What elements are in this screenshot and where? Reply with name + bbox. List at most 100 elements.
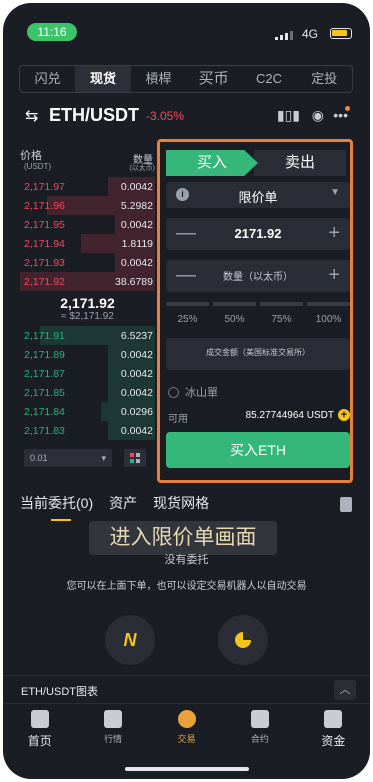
iceberg-label: 冰山單 (185, 387, 218, 399)
ask-price: 2,171.92 (24, 275, 65, 288)
ask-row[interactable]: 2,171.95 0.0042 (20, 215, 155, 234)
bid-row[interactable]: 2,171.87 0.0042 (20, 364, 155, 383)
grid-bot-button[interactable] (218, 615, 268, 665)
depth-value: 0.01 (30, 453, 48, 463)
ask-price: 2,171.95 (24, 218, 65, 231)
ask-row[interactable]: 2,171.94 1.8119 (20, 234, 155, 253)
chevron-down-icon: ▾ (101, 453, 106, 463)
bid-price: 2,171.84 (24, 405, 65, 418)
ask-row[interactable]: 2,171.96 5.2982 (20, 196, 155, 215)
bid-price: 2,171.85 (24, 386, 65, 399)
nav-wallet[interactable]: 资金 (297, 704, 370, 757)
bid-qty: 6.5237 (120, 329, 153, 342)
nav-home[interactable]: 首页 (3, 704, 76, 757)
chart-toggle-bar[interactable]: ETH/USDT图表 ︿ (3, 675, 370, 703)
tab-assets[interactable]: 资产 (109, 493, 137, 515)
tab-buy-crypto[interactable]: 买币 (186, 66, 241, 92)
pair-name[interactable]: ETH/USDT (49, 105, 139, 126)
wallet-icon (324, 710, 343, 728)
candlestick-icon[interactable]: ▮▯▮ (277, 107, 300, 124)
bot-icon[interactable]: ◉ (312, 107, 324, 124)
tab-open-orders[interactable]: 当前委托(0) (20, 493, 93, 515)
tab-margin[interactable]: 槓桿 (131, 66, 186, 92)
bid-row[interactable]: 2,171.91 6.5237 (20, 326, 155, 345)
bid-row[interactable]: 2,171.85 0.0042 (20, 383, 155, 402)
depth-layout-button[interactable] (124, 449, 146, 467)
network-type: 4G (301, 27, 318, 41)
ask-qty: 0.0042 (120, 218, 153, 231)
tab-spot-grid[interactable]: 现货网格 (153, 493, 209, 515)
ask-qty: 5.2982 (120, 199, 153, 212)
price-plus-button[interactable]: + (328, 222, 340, 245)
price-value: 2171.92 (234, 226, 282, 241)
nav-trade[interactable]: 交易 (150, 704, 223, 757)
bid-price: 2,171.83 (24, 424, 65, 437)
available-value: 85.27744964 USDT (245, 410, 334, 421)
ask-row[interactable]: 2,171.93 0.0042 (20, 253, 155, 272)
price-input[interactable]: — 2171.92 + (166, 218, 350, 250)
depth-precision-select[interactable]: 0.01 ▾ (24, 449, 112, 467)
orders-tabs: 当前委托(0) 资产 现货网格 (20, 493, 360, 515)
qty-unit: (以太币) (129, 165, 155, 172)
percent-75[interactable]: 75% (260, 302, 303, 332)
ask-price: 2,171.93 (24, 256, 65, 269)
bid-row[interactable]: 2,171.84 0.0296 (20, 402, 155, 421)
buy-eth-button[interactable]: 买入ETH (166, 432, 350, 468)
last-price[interactable]: 2,171.92 (20, 295, 155, 311)
tab-auto-invest[interactable]: 定投 (297, 66, 352, 92)
bid-qty: 0.0042 (120, 348, 153, 361)
quantity-input[interactable]: — 数量（以太币） + (166, 260, 350, 292)
chart-label: ETH/USDT图表 (21, 686, 98, 698)
tab-spot[interactable]: 现货 (75, 66, 131, 92)
total-input[interactable]: 成交金额（美国标准交易所） (166, 338, 350, 370)
order-type-select[interactable]: i 限价单 ▼ (166, 182, 350, 208)
percent-25[interactable]: 25% (166, 302, 209, 332)
caret-down-icon: ▼ (330, 187, 340, 198)
trade-mode-tabs: 闪兑 现货 槓桿 买币 C2C 定投 (19, 65, 353, 93)
tab-c2c[interactable]: C2C (241, 66, 296, 92)
nav-futures[interactable]: 合约 (223, 704, 296, 757)
order-history-icon[interactable] (340, 497, 352, 512)
bid-price: 2,171.89 (24, 348, 65, 361)
price-header: 价格 (20, 150, 42, 162)
bid-price: 2,171.87 (24, 367, 65, 380)
status-time: 11:16 (27, 23, 77, 41)
order-book-footer: 0.01 ▾ (20, 449, 155, 467)
ask-qty: 0.0042 (120, 180, 153, 193)
ask-row[interactable]: 2,171.92 38.6789 (20, 272, 155, 291)
ask-qty: 38.6789 (115, 275, 153, 288)
price-unit: (USDT) (24, 162, 52, 171)
tab-convert[interactable]: 闪兑 (20, 66, 75, 92)
iceberg-radio[interactable] (168, 386, 179, 398)
iceberg-option[interactable]: 冰山單 (168, 384, 218, 400)
swap-pair-icon[interactable]: ⇆ (25, 106, 38, 126)
buy-tab[interactable]: 买入 (166, 150, 258, 176)
bid-row[interactable]: 2,171.83 0.0042 (20, 421, 155, 440)
add-funds-icon[interactable]: + (338, 409, 350, 421)
buy-sell-toggle: 买入 卖出 (166, 150, 350, 176)
market-icon (104, 710, 123, 728)
futures-icon (250, 710, 269, 728)
ask-qty: 1.8119 (121, 237, 153, 250)
signal-icon (275, 31, 293, 40)
sell-tab[interactable]: 卖出 (254, 150, 346, 176)
bid-qty: 0.0042 (120, 424, 153, 437)
home-icon (30, 710, 49, 728)
last-price-block: 2,171.92 ≈ $2,171.92 (20, 291, 155, 326)
percent-50[interactable]: 50% (213, 302, 256, 332)
available-balance: 可用 85.27744964 USDT + (168, 409, 350, 425)
chevron-up-icon[interactable]: ︿ (334, 680, 356, 700)
status-bar: 11:16 4G (3, 3, 370, 53)
percent-100[interactable]: 100% (307, 302, 350, 332)
trade-icon (177, 710, 196, 728)
nav-markets[interactable]: 行情 (76, 704, 149, 757)
bid-qty: 0.0042 (120, 386, 153, 399)
price-change: -3.05% (146, 109, 185, 123)
trading-bot-button[interactable]: N (105, 615, 155, 665)
ask-row[interactable]: 2,171.97 0.0042 (20, 177, 155, 196)
bid-row[interactable]: 2,171.89 0.0042 (20, 345, 155, 364)
notification-dot (345, 106, 350, 111)
bid-qty: 0.0296 (120, 405, 153, 418)
qty-plus-button[interactable]: + (328, 264, 340, 287)
home-indicator (125, 767, 249, 771)
